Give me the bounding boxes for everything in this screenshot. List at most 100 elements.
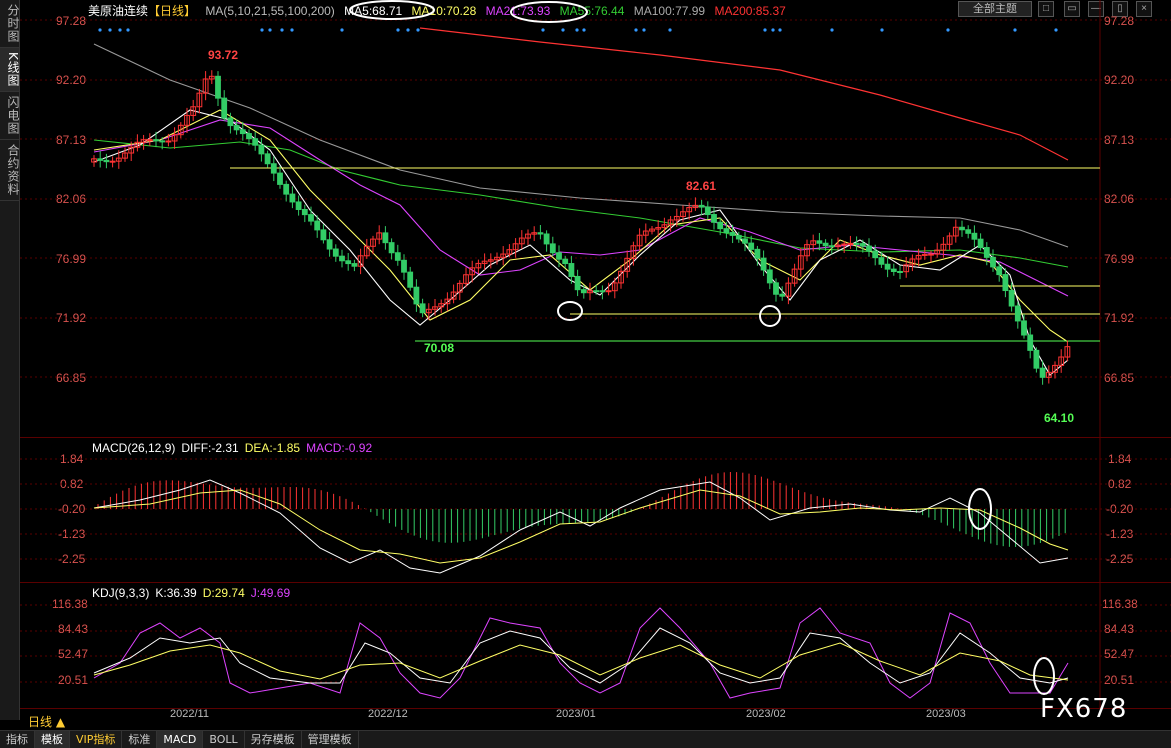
candle [965, 229, 972, 234]
signal-dot [668, 28, 672, 32]
signal-dot [830, 28, 834, 32]
candle [215, 75, 221, 99]
candle [165, 140, 172, 143]
candle [258, 144, 265, 155]
date-tick: 2022/11 [170, 708, 209, 720]
candle [549, 243, 556, 254]
price-panel: 美原油连续【日线】 MA(5,10,21,55,100,200) MA5:68.… [20, 0, 1171, 438]
candle [227, 117, 234, 127]
tab-kline[interactable]: K线图 [0, 48, 20, 92]
candle [711, 214, 717, 223]
candle [146, 139, 153, 142]
candle [295, 201, 302, 210]
signal-dot [582, 28, 586, 32]
candle [537, 232, 544, 235]
candle [822, 242, 829, 247]
ma200-line [419, 27, 1069, 161]
candle [959, 226, 965, 231]
signal-dot [771, 28, 775, 32]
candle [847, 242, 854, 245]
macd-panel: MACD(26,12,9) DIFF:-2.31 DEA:-1.85 MACD:-0.… [20, 438, 1171, 583]
tab-boll[interactable]: BOLL [203, 731, 245, 748]
signal-dot [416, 28, 420, 32]
signal-dot [541, 28, 545, 32]
candle [977, 238, 984, 249]
signal-dot [634, 28, 638, 32]
price-chart[interactable]: 93.72 82.61 70.08 64.10 [20, 0, 1171, 437]
candle [766, 269, 773, 284]
signal-dot [268, 28, 272, 32]
macd-chart[interactable] [20, 438, 1171, 582]
signal-dot [396, 28, 400, 32]
candle [345, 260, 352, 265]
candle [289, 193, 296, 203]
candle [897, 271, 903, 274]
tab-intraday[interactable]: 分时图 [0, 0, 20, 48]
candle [1021, 320, 1027, 336]
candle [928, 253, 934, 256]
candles-group [91, 28, 1071, 385]
highlight-oval [349, 0, 435, 20]
kdj-chart[interactable] [20, 583, 1171, 708]
candle [407, 271, 414, 288]
tab-macd[interactable]: MACD [157, 731, 204, 748]
signal-dot [340, 28, 344, 32]
candle [382, 232, 389, 244]
signal-dot [1013, 28, 1017, 32]
tab-standard[interactable]: 标准 [122, 731, 158, 748]
date-tick: 2023/03 [926, 708, 966, 720]
candle [159, 140, 166, 143]
signal-dot [126, 28, 130, 32]
tab-save-template[interactable]: 另存模板 [245, 731, 302, 748]
candle [996, 266, 1003, 276]
candle [723, 228, 730, 234]
candle [754, 248, 761, 259]
tab-contract-info[interactable]: 合约资料 [0, 140, 20, 201]
ma55-line [93, 139, 1069, 268]
date-axis: 2022/11 2022/12 2023/01 2023/02 2023/03 [20, 708, 1171, 722]
highlight-oval [759, 305, 781, 327]
signal-dot [260, 28, 264, 32]
tab-template[interactable]: 模板 [35, 731, 70, 748]
candle [971, 232, 978, 240]
candle [270, 163, 277, 174]
highlight-oval [510, 1, 588, 23]
candle [301, 208, 308, 216]
tab-lightning[interactable]: 闪电图 [0, 92, 20, 140]
candle [568, 263, 575, 277]
left-sidebar: 分时图 K线图 闪电图 合约资料 [0, 0, 20, 720]
tab-vip-indicator[interactable]: VIP指标 [70, 731, 123, 748]
candle [239, 129, 246, 135]
candle [1014, 305, 1021, 322]
candle [1039, 367, 1046, 378]
candle [252, 138, 259, 146]
candle [729, 232, 736, 236]
signal-dot [98, 28, 102, 32]
signal-dot [946, 28, 950, 32]
candle [246, 133, 252, 140]
candle [221, 97, 228, 119]
signal-dot [642, 28, 646, 32]
candle [233, 125, 240, 131]
candle [308, 214, 314, 222]
tab-manage-template[interactable]: 管理模板 [302, 731, 359, 748]
candle [562, 258, 569, 265]
candle [853, 242, 860, 245]
candle [704, 206, 711, 216]
candle [326, 239, 333, 250]
low-label-70: 70.08 [424, 341, 454, 355]
tab-indicator[interactable]: 指标 [0, 731, 35, 748]
candle [859, 243, 866, 247]
signal-dot [561, 28, 565, 32]
candle [339, 255, 345, 262]
date-tick: 2022/12 [368, 708, 408, 720]
candle [866, 245, 872, 252]
signal-dot [880, 28, 884, 32]
candle [890, 268, 897, 273]
candle [556, 252, 562, 260]
highlight-oval [557, 301, 583, 321]
period-switch[interactable]: 日线 ▲ [28, 713, 65, 730]
kdj-panel: KDJ(9,3,3) K:36.39 D:29.74 J:49.69 116.38 8… [20, 583, 1171, 709]
kdj-d-line [93, 642, 1069, 681]
candle [351, 263, 358, 267]
